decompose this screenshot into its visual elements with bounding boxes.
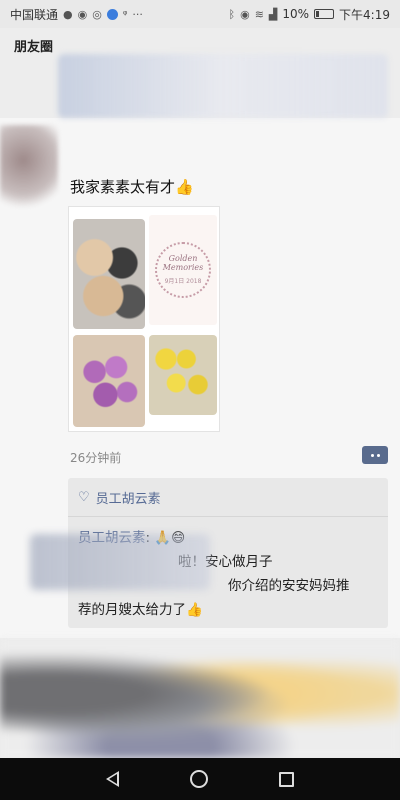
system-navigation-bar [0,758,400,800]
eye-icon: ◉ [240,7,250,21]
post-timestamp: 26分钟前 [70,451,122,465]
golden-memories-card: Golden Memories 9月1日 2018 [149,215,217,325]
bluetooth-icon: ᛒ [228,7,236,21]
qq-icon: ◉ [77,7,88,21]
status-right: ᛒ ◉ ≋ ▟ 10% 下午4:19 [228,6,390,23]
comment-text: 你介绍的安安妈妈推 [228,578,350,594]
dot-icon [376,453,380,457]
blurred-next-post [0,640,400,758]
status-left: 中国联通 ● ◉ ◎ ᵠ ··· [10,6,143,23]
photo-yellow-chick-buns [149,335,217,415]
battery-icon [314,9,335,19]
messenger-icon: ◎ [92,7,102,21]
home-icon[interactable] [189,770,208,788]
blurred-previous-post [58,54,388,118]
card-date: 9月1日 2018 [164,277,202,285]
signal-icon: ▟ [268,7,278,21]
thumbs-up-icon: 👍 [175,178,194,196]
wifi-icon: ≋ [254,7,264,21]
avatar[interactable] [0,125,58,213]
carrier-label: 中国联通 [10,7,59,22]
post-text-content: 我家素素太有才 [70,178,176,196]
blurred-comment-author [30,534,210,590]
blue-app-icon [106,8,118,20]
more-actions-button[interactable] [362,446,388,464]
dot-icon [370,453,374,457]
photo-black-white-buns [73,219,145,329]
status-bar: 中国联通 ● ◉ ◎ ᵠ ··· ᛒ ◉ ≋ ▟ 10% 下午4:19 [0,0,400,28]
card-title-line2: Memories [162,263,204,272]
post-image[interactable]: Golden Memories 9月1日 2018 [68,206,220,432]
wreath-icon: Golden Memories 9月1日 2018 [155,242,211,298]
wechat-icon: ● [63,7,73,21]
comment-text: 荐的月嫂太给力了👍 [78,602,203,618]
heart-icon: ♡ [78,490,90,505]
comment-item[interactable]: 荐的月嫂太给力了👍 [78,598,203,618]
recent-apps-icon[interactable] [279,771,295,787]
clock: 下午4:19 [339,7,390,22]
divider [68,516,388,517]
like-user[interactable]: 员工胡云素 [96,488,161,507]
page-title: 朋友圈 [14,39,54,55]
location-icon: ᵠ [122,7,128,21]
battery-percent: 10% [282,7,310,21]
back-icon[interactable] [105,771,119,787]
likes-row: ♡ 员工胡云素 [78,488,161,507]
post-text: 我家素素太有才👍 [70,176,194,197]
more-icon: ··· [132,7,143,21]
photo-purple-flower-buns [73,335,145,427]
comment-item[interactable]: 你介绍的安安妈妈推 [228,574,350,594]
